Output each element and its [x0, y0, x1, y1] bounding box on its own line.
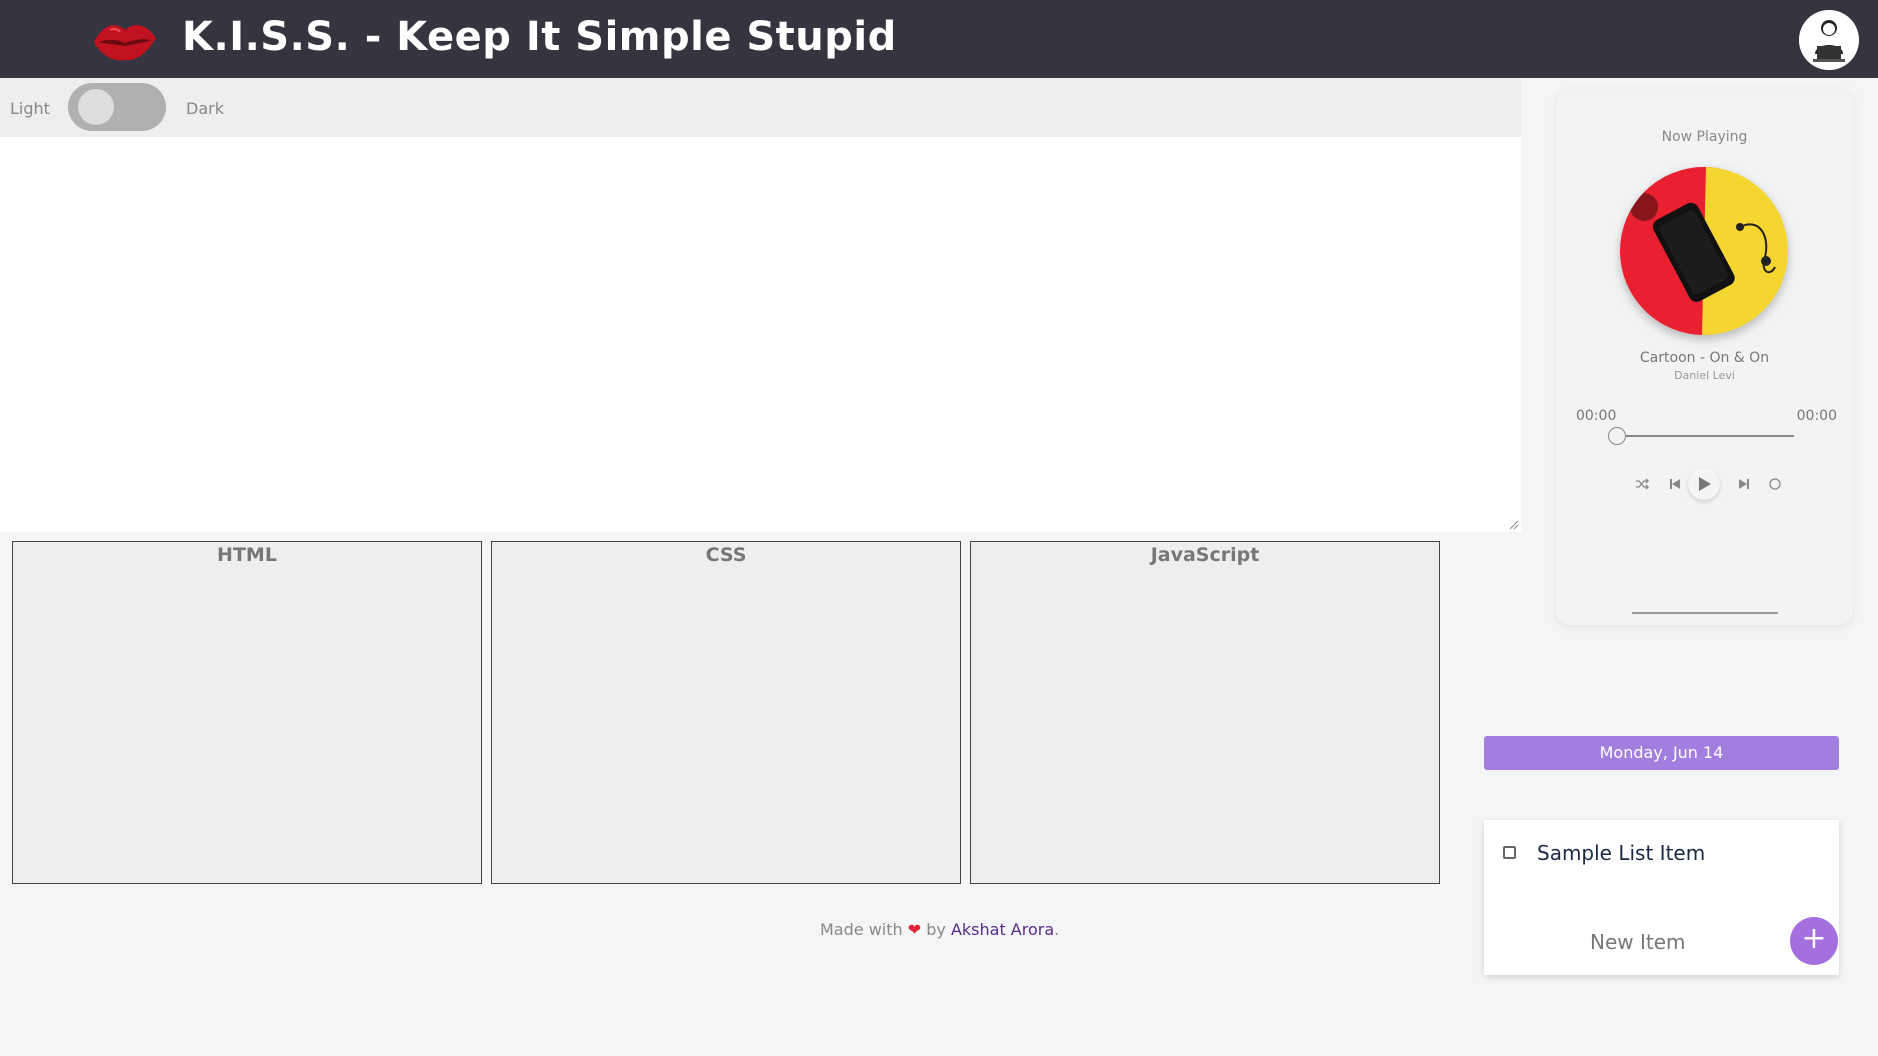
repeat-icon[interactable]: [1763, 472, 1787, 496]
progress-track[interactable]: [1616, 435, 1794, 437]
output-preview[interactable]: [0, 137, 1521, 532]
todo-list: Sample List Item New Item +: [1484, 820, 1839, 975]
heart-icon: ❤: [907, 920, 922, 939]
progress-thumb[interactable]: [1608, 427, 1626, 445]
new-item-input[interactable]: New Item: [1590, 930, 1686, 954]
song-artist: Daniel Levi: [1674, 369, 1735, 382]
html-editor[interactable]: HTML: [12, 541, 482, 884]
todo-checkbox[interactable]: [1503, 846, 1516, 859]
play-icon[interactable]: [1688, 468, 1720, 500]
song-title: Cartoon - On & On: [1639, 350, 1770, 366]
now-playing-label: Now Playing: [1661, 129, 1748, 145]
total-time: 00:00: [1796, 408, 1837, 424]
author-link[interactable]: Akshat Arora: [951, 920, 1054, 939]
app-header: K.I.S.S. - Keep It Simple Stupid: [0, 0, 1878, 78]
album-art: [1620, 167, 1788, 335]
current-time: 00:00: [1576, 408, 1617, 424]
add-item-button[interactable]: +: [1790, 917, 1838, 965]
theme-toggle-bar: [0, 78, 1521, 137]
footer-suffix: .: [1054, 920, 1060, 939]
player-divider: [1632, 612, 1778, 614]
css-editor[interactable]: CSS: [491, 541, 961, 884]
user-laptop-avatar-icon[interactable]: [1799, 10, 1859, 70]
todo-item-label[interactable]: Sample List Item: [1537, 841, 1705, 865]
theme-toggle-switch[interactable]: [68, 83, 166, 131]
footer-prefix: Made with: [820, 920, 903, 939]
editor-label: JavaScript: [1150, 544, 1260, 566]
dark-label: Dark: [186, 99, 224, 118]
footer-by: by: [926, 920, 946, 939]
editor-label: CSS: [705, 544, 747, 566]
lips-icon: [94, 24, 156, 61]
next-icon[interactable]: [1732, 472, 1756, 496]
resize-grip-icon[interactable]: [1509, 520, 1519, 530]
toggle-knob: [78, 89, 114, 125]
javascript-editor[interactable]: JavaScript: [970, 541, 1440, 884]
footer: Made with ❤ by Akshat Arora.: [820, 920, 1059, 939]
todo-date-header: Monday, Jun 14: [1484, 736, 1839, 770]
previous-icon[interactable]: [1663, 472, 1687, 496]
light-label: Light: [10, 99, 50, 118]
page-title: K.I.S.S. - Keep It Simple Stupid: [182, 14, 897, 60]
music-player: Now Playing Cartoon - On & On Daniel Lev…: [1556, 89, 1853, 625]
editor-label: HTML: [217, 544, 277, 566]
shuffle-icon[interactable]: [1630, 472, 1654, 496]
